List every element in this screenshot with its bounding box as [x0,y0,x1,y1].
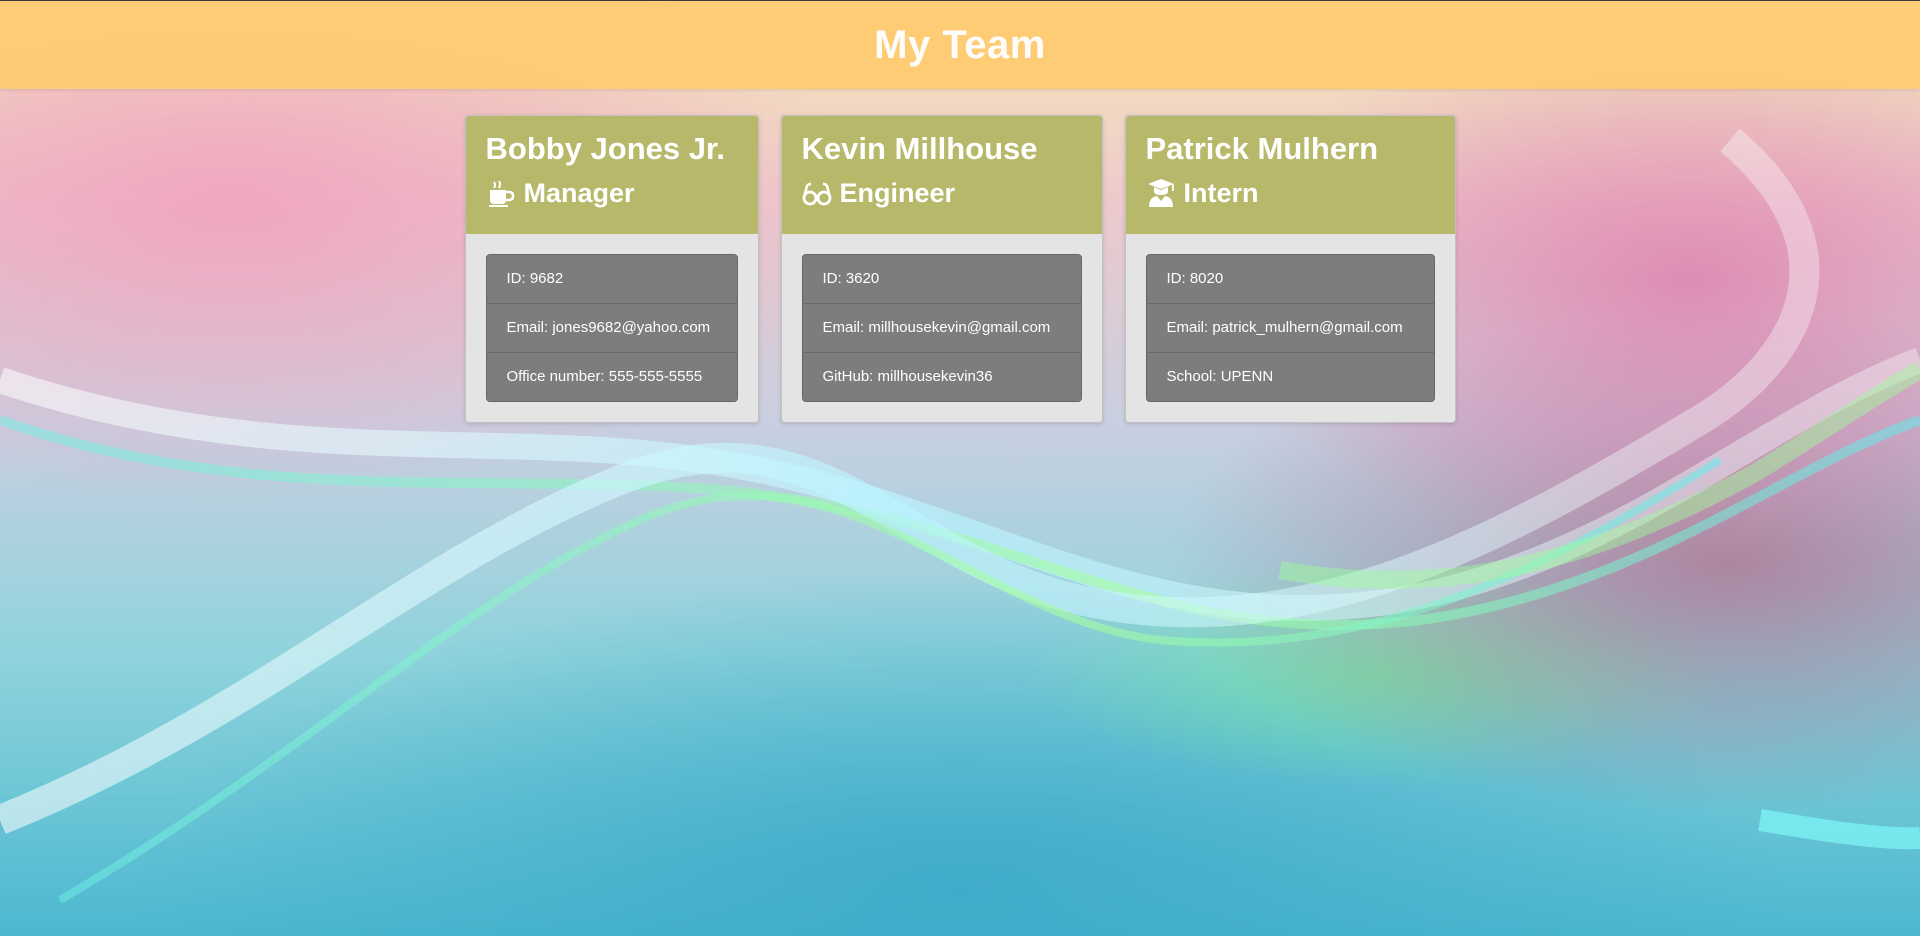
employee-id: ID: 9682 [486,255,737,304]
employee-card: Bobby Jones Jr. Manager ID: 9682 Email: [464,115,759,423]
page-header: My Team [0,0,1920,89]
employee-email[interactable]: Email: patrick_mulhern@gmail.com [1146,304,1434,353]
employee-card: Kevin Millhouse Engineer ID: 3620 Email: [780,115,1103,423]
role-label: Manager [523,178,635,208]
employee-name: Kevin Millhouse [801,131,1038,166]
glasses-icon [802,178,832,208]
office-number: Office number: 555-555-5555 [506,368,703,385]
employee-role: Manager [486,176,738,210]
employee-details: ID: 8020 Email: patrick_mulhern@gmail.co… [1145,254,1435,402]
graduate-icon [1146,178,1176,208]
team-cards: Bobby Jones Jr. Manager ID: 9682 Email: [0,115,1920,423]
card-header: Bobby Jones Jr. Manager [465,116,758,234]
card-body: ID: 3620 Email: millhousekevin@gmail.com… [782,234,1102,422]
role-label: Engineer [839,178,956,208]
coffee-mug-icon [486,178,516,208]
card-header: Patrick Mulhern Intern [1125,116,1455,234]
card-body: ID: 8020 Email: patrick_mulhern@gmail.co… [1126,234,1455,422]
role-label: Intern [1183,178,1259,208]
github-username[interactable]: GitHub: millhousekevin36 [803,353,1081,401]
employee-id: ID: 3620 [802,255,1081,304]
school-name: School: UPENN [1166,368,1274,385]
employee-card: Patrick Mulhern Intern ID: 8020 Email: p… [1124,115,1456,423]
card-header: Kevin Millhouse Engineer [781,116,1102,234]
card-body: ID: 9682 Email: jones9682@yahoo.com Offi… [466,234,758,422]
employee-name: Patrick Mulhern [1145,131,1379,166]
employee-name: Bobby Jones Jr. [485,131,725,166]
employee-email[interactable]: Email: millhousekevin@gmail.com [802,304,1081,353]
employee-role: Engineer [802,176,1082,210]
employee-details: ID: 3620 Email: millhousekevin@gmail.com… [801,254,1082,402]
employee-role: Intern [1146,176,1435,210]
employee-id: ID: 8020 [1146,255,1434,304]
employee-email[interactable]: Email: jones9682@yahoo.com [486,304,737,353]
employee-details: ID: 9682 Email: jones9682@yahoo.com Offi… [485,254,738,402]
page-title: My Team [874,22,1046,67]
